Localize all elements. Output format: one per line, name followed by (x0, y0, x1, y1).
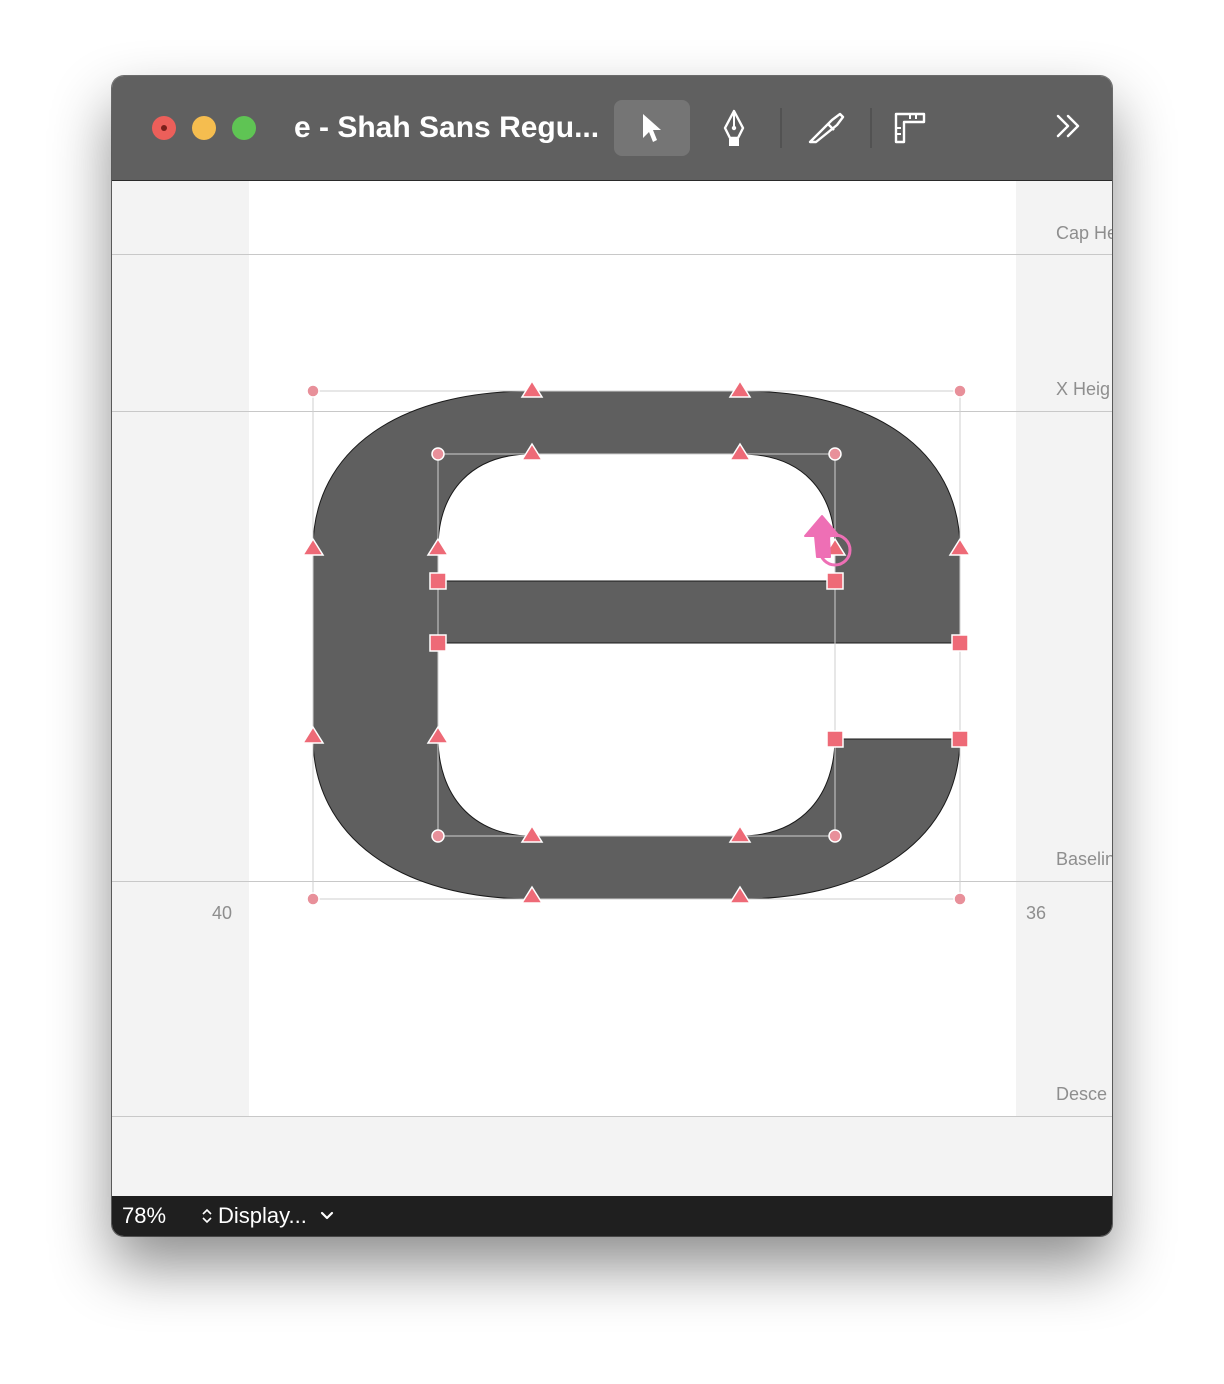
corner-node[interactable] (429, 572, 447, 590)
knife-icon (808, 112, 845, 144)
smooth-node[interactable] (520, 379, 544, 398)
corner-node[interactable] (951, 730, 969, 748)
corner-node[interactable] (951, 634, 969, 652)
display-menu-label: Display... (218, 1203, 307, 1228)
control-handle[interactable] (953, 892, 967, 906)
chevron-down-icon (320, 1211, 333, 1220)
ruler-icon (894, 112, 926, 144)
up-down-arrows-icon (202, 1208, 212, 1224)
status-bar: 78% Display... (112, 1196, 1112, 1236)
control-handle[interactable] (306, 384, 320, 398)
control-handle[interactable] (431, 447, 445, 461)
control-handle[interactable] (828, 447, 842, 461)
select-tool-button[interactable] (614, 100, 690, 156)
smooth-node[interactable] (728, 824, 752, 843)
corner-node[interactable] (429, 634, 447, 652)
toolbar-separator (780, 108, 782, 148)
pen-tool-button[interactable] (696, 100, 772, 156)
maximize-button[interactable] (232, 116, 256, 140)
smooth-node[interactable] (520, 824, 544, 843)
control-handle[interactable] (953, 384, 967, 398)
knife-tool-button[interactable] (788, 100, 864, 156)
corner-node[interactable] (826, 572, 844, 590)
minimize-button[interactable] (192, 116, 216, 140)
zoom-level[interactable]: 78% (122, 1203, 166, 1229)
double-chevron-right-icon[interactable] (1052, 110, 1084, 142)
title-bar: e - Shah Sans Regu... (112, 76, 1112, 181)
glyph-outline (301, 379, 972, 906)
control-handle[interactable] (306, 892, 320, 906)
control-handle[interactable] (431, 829, 445, 843)
window-title: e - Shah Sans Regu... (294, 111, 600, 144)
control-handle[interactable] (828, 829, 842, 843)
close-button[interactable] (152, 116, 176, 140)
glyph-e-shape[interactable] (312, 390, 961, 900)
selection-bounds-inner (437, 453, 836, 837)
arrow-cursor-icon (643, 114, 661, 142)
smooth-node[interactable] (728, 379, 752, 398)
corner-node[interactable] (826, 730, 844, 748)
ruler-tool-button[interactable] (872, 100, 948, 156)
display-menu[interactable]: Display... (202, 1203, 335, 1229)
pen-nib-icon (723, 109, 745, 146)
glyph-canvas[interactable]: Cap He X Heig Baselin Desce 40 36 (112, 181, 1112, 1196)
glyph-editor-window: e - Shah Sans Regu... Cap He X Heig Base… (112, 76, 1112, 1236)
